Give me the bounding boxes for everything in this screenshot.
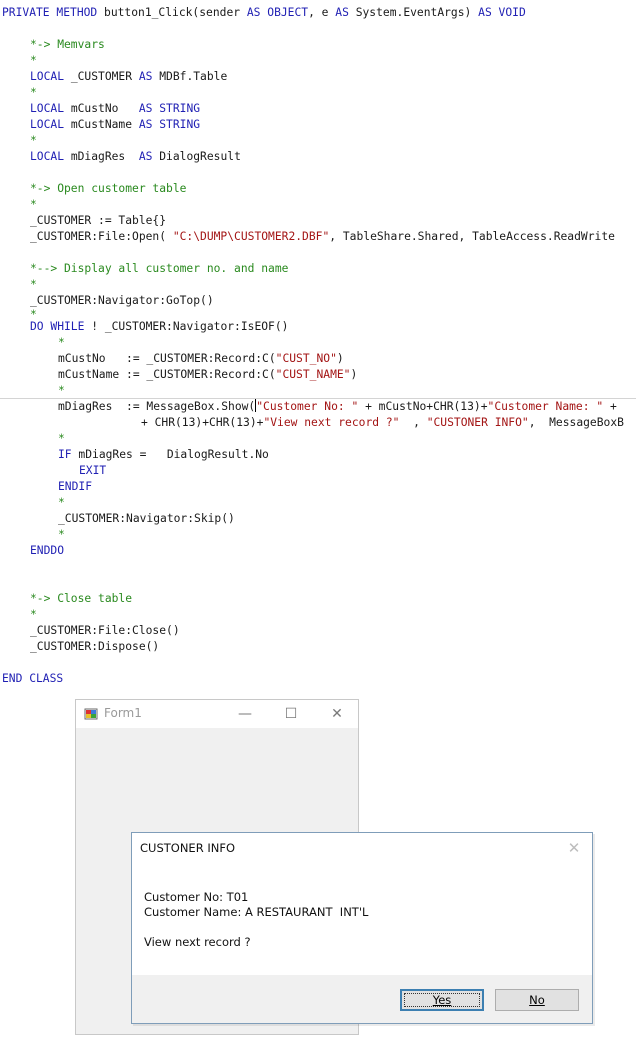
- code-comment: *-> Close table: [30, 592, 133, 605]
- customer-info-dialog[interactable]: CUSTONER INFO ✕ Customer No: T01 Custome…: [131, 832, 593, 1024]
- prompt-text: View next record ?: [144, 935, 251, 949]
- code-line: mCustName := _CUSTOMER:Record:C("CUST_NA…: [58, 368, 358, 381]
- close-button[interactable]: ✕: [314, 700, 360, 728]
- code-comment: *: [58, 336, 65, 349]
- code-line: _CUSTOMER:Navigator:GoTop(): [30, 294, 214, 307]
- code-comment: *: [58, 528, 65, 541]
- code-comment: *: [30, 86, 37, 99]
- form-app-icon: [84, 708, 98, 720]
- code-line: _CUSTOMER:Dispose(): [30, 640, 160, 653]
- code-comment: *: [30, 198, 37, 211]
- code-comment: *: [30, 134, 37, 147]
- code-line: IF mDiagRes = DialogResult.No: [58, 448, 269, 461]
- code-keyword: ENDDO: [30, 544, 65, 557]
- code-line: mCustNo := _CUSTOMER:Record:C("CUST_NO"): [58, 352, 344, 365]
- form1-titlebar[interactable]: Form1 — ☐ ✕: [76, 700, 358, 728]
- dialog-close-icon[interactable]: ✕: [564, 836, 584, 860]
- code-keyword: END CLASS: [2, 672, 64, 685]
- code-line: _CUSTOMER:File:Close(): [30, 624, 180, 637]
- code-comment: *-> Memvars: [30, 38, 105, 51]
- form1-title: Form1: [104, 706, 142, 720]
- customer-no-text: Customer No: T01: [144, 890, 249, 904]
- maximize-button[interactable]: ☐: [268, 700, 314, 728]
- no-button[interactable]: No: [495, 989, 579, 1011]
- code-line: _CUSTOMER:File:Open( "C:\DUMP\CUSTOMER2.…: [30, 230, 615, 243]
- code-line: mDiagRes := MessageBox.Show("Customer No…: [58, 399, 617, 413]
- code-comment: *: [30, 608, 37, 621]
- yes-button[interactable]: Yes: [400, 989, 484, 1011]
- code-line: + CHR(13)+CHR(13)+"View next record ?" ,…: [141, 416, 624, 429]
- code-line: DO WHILE ! _CUSTOMER:Navigator:IsEOF(): [30, 320, 289, 333]
- code-line: PRIVATE METHOD button1_Click(sender AS O…: [2, 6, 526, 19]
- code-line: LOCAL _CUSTOMER AS MDBf.Table: [30, 70, 228, 83]
- code-keyword: EXIT: [79, 464, 107, 477]
- no-button-label: No: [529, 993, 545, 1007]
- code-comment: *: [58, 496, 65, 509]
- code-line: LOCAL mDiagRes AS DialogResult: [30, 150, 241, 163]
- code-line: LOCAL mCustName AS STRING: [30, 118, 201, 131]
- minimize-button[interactable]: —: [222, 700, 268, 728]
- code-editor[interactable]: PRIVATE METHOD button1_Click(sender AS O…: [0, 0, 636, 700]
- code-comment: *: [58, 384, 65, 397]
- code-comment: *: [58, 432, 65, 445]
- code-line: LOCAL mCustNo AS STRING: [30, 102, 201, 115]
- customer-name-text: Customer Name: A RESTAURANT INT'L: [144, 905, 369, 919]
- code-comment: *: [30, 54, 37, 67]
- code-keyword: ENDIF: [58, 480, 93, 493]
- dialog-title: CUSTONER INFO: [140, 841, 235, 855]
- code-line: _CUSTOMER := Table{}: [30, 214, 167, 227]
- dialog-button-bar: Yes No: [132, 975, 592, 1023]
- code-comment: *-> Open customer table: [30, 182, 187, 195]
- code-comment: *--> Display all customer no. and name: [30, 262, 289, 275]
- code-comment: *: [30, 278, 37, 291]
- code-line: _CUSTOMER:Navigator:Skip(): [58, 512, 235, 525]
- focus-rectangle: [404, 993, 480, 1007]
